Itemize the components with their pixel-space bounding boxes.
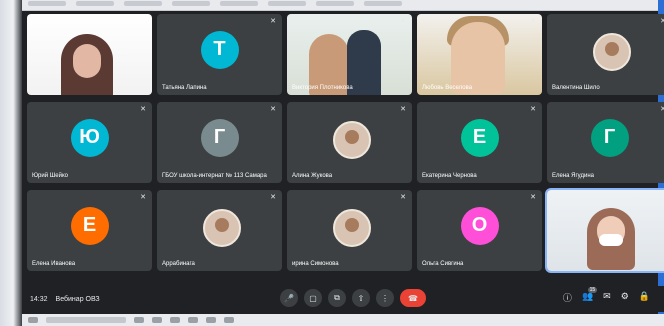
- participant-name: Юрий Шейко: [32, 173, 68, 179]
- participant-name: ГБОУ школа-интернат № 113 Самара: [162, 173, 267, 179]
- participant-tile[interactable]: ✕ Алина Жукова: [287, 102, 412, 183]
- mic-muted-icon: ✕: [400, 106, 406, 113]
- participant-tile-self[interactable]: [545, 188, 664, 273]
- participant-tile[interactable]: ✕ Г ГБОУ школа-интернат № 113 Самара: [157, 102, 282, 183]
- bookmark[interactable]: [172, 1, 210, 6]
- participant-tile[interactable]: [27, 14, 152, 95]
- participant-name: Елена Иванова: [32, 261, 76, 267]
- bookmark[interactable]: [124, 1, 162, 6]
- avatar-initial: Г: [200, 118, 239, 157]
- avatar-initial: Ю: [70, 118, 109, 157]
- side-tools: ⓘ 👥 15 ✉ ⚙ 🔒: [563, 287, 650, 304]
- meeting-time: 14:32: [30, 295, 48, 303]
- lock-icon[interactable]: 🔒: [639, 291, 650, 304]
- participant-video: [287, 14, 412, 95]
- participant-tile[interactable]: ✕ Ю Юрий Шейко: [27, 102, 152, 183]
- participant-tile[interactable]: ✕ Аррабинага: [157, 190, 282, 271]
- bookmark[interactable]: [316, 1, 354, 6]
- present-icon[interactable]: ⇧: [352, 289, 370, 307]
- participant-tile[interactable]: ✕ Е Елена Иванова: [27, 190, 152, 271]
- mic-muted-icon: ✕: [530, 194, 536, 201]
- call-controls: 🎤 ▢ ⧉ ⇧ ⋮ ☎: [280, 289, 426, 307]
- app-icon[interactable]: [224, 317, 234, 323]
- mic-muted-icon: ✕: [140, 194, 146, 201]
- app-icon[interactable]: [152, 317, 162, 323]
- app-icon[interactable]: [134, 317, 144, 323]
- mic-muted-icon: ✕: [660, 18, 664, 25]
- avatar-initial: Е: [70, 206, 109, 245]
- participant-name: Елена Ягудина: [552, 173, 594, 179]
- participant-tile[interactable]: ✕ Любовь Веселова: [417, 14, 542, 95]
- meeting-toolbar: 14:32 Вебинар ОВЗ 🎤 ▢ ⧉ ⇧ ⋮ ☎ ⓘ 👥 15 ✉ ⚙ …: [22, 286, 664, 312]
- mic-muted-icon: ✕: [400, 194, 406, 201]
- participant-grid: ✕ Т Татьяна Лапина ✕ Виктория Плотникова…: [22, 14, 664, 282]
- browser-bookmark-bar: [22, 0, 658, 11]
- people-count-badge: 15: [587, 287, 598, 293]
- participant-tile[interactable]: ✕ О Ольга Сивгина: [417, 190, 542, 271]
- participant-video: [417, 14, 542, 95]
- microphone-icon[interactable]: 🎤: [280, 289, 298, 307]
- mic-muted-icon: ✕: [400, 18, 406, 25]
- activities-icon[interactable]: ⚙: [621, 291, 629, 304]
- end-call-icon[interactable]: ☎: [400, 289, 426, 307]
- avatar-initial: Г: [590, 118, 629, 157]
- participant-name: Алина Жукова: [292, 173, 333, 179]
- avatar-initial: О: [460, 206, 499, 245]
- participant-name: Аррабинага: [162, 261, 195, 267]
- more-options-icon[interactable]: ⋮: [376, 289, 394, 307]
- participant-name: Татьяна Лапина: [162, 85, 207, 91]
- participant-name: ирина Симонова: [292, 261, 339, 267]
- captions-icon[interactable]: ⧉: [328, 289, 346, 307]
- mic-muted-icon: ✕: [270, 18, 276, 25]
- mic-muted-icon: ✕: [270, 106, 276, 113]
- mic-muted-icon: ✕: [140, 106, 146, 113]
- bookmark[interactable]: [268, 1, 306, 6]
- chat-icon[interactable]: ✉: [603, 291, 611, 304]
- taskbar-search[interactable]: [46, 317, 126, 323]
- meeting-title: Вебинар ОВЗ: [55, 295, 100, 303]
- participant-tile[interactable]: ✕ ирина Симонова: [287, 190, 412, 271]
- participant-name: Любовь Веселова: [422, 85, 473, 91]
- mic-muted-icon: ✕: [270, 194, 276, 201]
- avatar-photo: [332, 120, 371, 159]
- participant-name: Виктория Плотникова: [292, 85, 353, 91]
- avatar-photo: [592, 32, 631, 71]
- people-icon[interactable]: 👥 15: [582, 287, 598, 304]
- participant-tile[interactable]: ✕ Валентина Шило: [547, 14, 664, 95]
- bookmark[interactable]: [364, 1, 402, 6]
- bookmark[interactable]: [28, 1, 66, 6]
- bookmark[interactable]: [220, 1, 258, 6]
- bookmark[interactable]: [76, 1, 114, 6]
- mic-muted-icon: ✕: [530, 18, 536, 25]
- app-icon[interactable]: [188, 317, 198, 323]
- participant-tile[interactable]: ✕ Т Татьяна Лапина: [157, 14, 282, 95]
- avatar-initial: Т: [200, 30, 239, 69]
- app-icon[interactable]: [206, 317, 216, 323]
- avatar-photo: [202, 208, 241, 247]
- participant-name: Валентина Шило: [552, 85, 600, 91]
- participant-name: Екатерина Чернова: [422, 173, 477, 179]
- participant-tile[interactable]: ✕ Г Елена Ягудина: [547, 102, 664, 183]
- mic-muted-icon: ✕: [660, 106, 664, 113]
- participant-tile[interactable]: ✕ Виктория Плотникова: [287, 14, 412, 95]
- start-icon[interactable]: [28, 317, 38, 323]
- participant-name: Ольга Сивгина: [422, 261, 464, 267]
- windows-taskbar: [22, 314, 664, 326]
- screen-bezel-left: [0, 0, 22, 326]
- meeting-info: 14:32 Вебинар ОВЗ: [30, 296, 100, 303]
- participant-tile[interactable]: ✕ Е Екатерина Чернова: [417, 102, 542, 183]
- camera-icon[interactable]: ▢: [304, 289, 322, 307]
- app-icon[interactable]: [170, 317, 180, 323]
- avatar-photo: [332, 208, 371, 247]
- avatar-initial: Е: [460, 118, 499, 157]
- info-icon[interactable]: ⓘ: [563, 291, 572, 304]
- mic-muted-icon: ✕: [530, 106, 536, 113]
- participant-video: [547, 190, 664, 271]
- participant-video: [27, 14, 152, 95]
